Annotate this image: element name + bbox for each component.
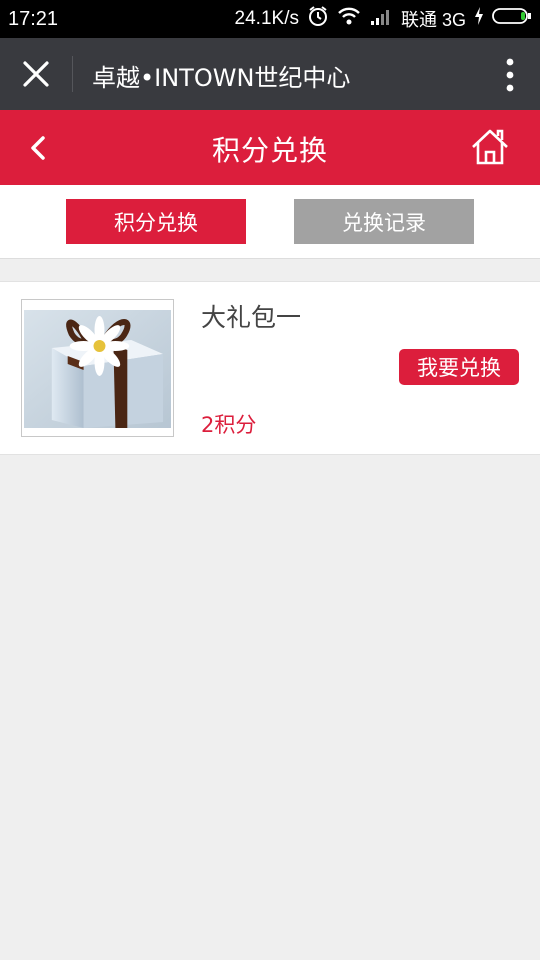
close-icon[interactable] xyxy=(20,58,52,90)
gift-name: 大礼包一 xyxy=(201,303,302,332)
network-speed: 24.1K/s xyxy=(234,8,299,29)
status-bar: 17:21 24.1K/s 联通 3G xyxy=(0,0,540,38)
home-icon[interactable] xyxy=(470,127,510,167)
carrier-label: 联通 3G xyxy=(400,10,466,30)
list-item: 大礼包一 我要兑换 2积分 xyxy=(0,281,540,455)
wifi-icon xyxy=(337,6,361,32)
topbar-divider xyxy=(72,56,73,92)
webview-title: 卓越•INTOWN世纪中心 xyxy=(92,64,351,92)
gift-thumbnail[interactable] xyxy=(21,299,174,437)
gift-box-image xyxy=(24,310,171,428)
more-icon[interactable] xyxy=(506,58,514,92)
tab-points-exchange[interactable]: 积分兑换 xyxy=(66,199,246,244)
webview-topbar: 卓越•INTOWN世纪中心 xyxy=(0,38,540,110)
tab-bar: 积分兑换 兑换记录 xyxy=(0,185,540,259)
page-header: 积分兑换 xyxy=(0,110,540,185)
page-title: 积分兑换 xyxy=(211,134,328,167)
status-right: 24.1K/s 联通 3G xyxy=(235,6,532,32)
status-time: 17:21 xyxy=(8,8,59,30)
gift-points: 2积分 xyxy=(201,413,257,437)
signal-icon xyxy=(369,6,393,32)
redeem-button[interactable]: 我要兑换 xyxy=(399,349,519,385)
tab-exchange-history[interactable]: 兑换记录 xyxy=(294,199,474,244)
alarm-icon xyxy=(307,5,329,33)
charging-icon xyxy=(474,7,484,31)
battery-icon xyxy=(492,7,532,31)
